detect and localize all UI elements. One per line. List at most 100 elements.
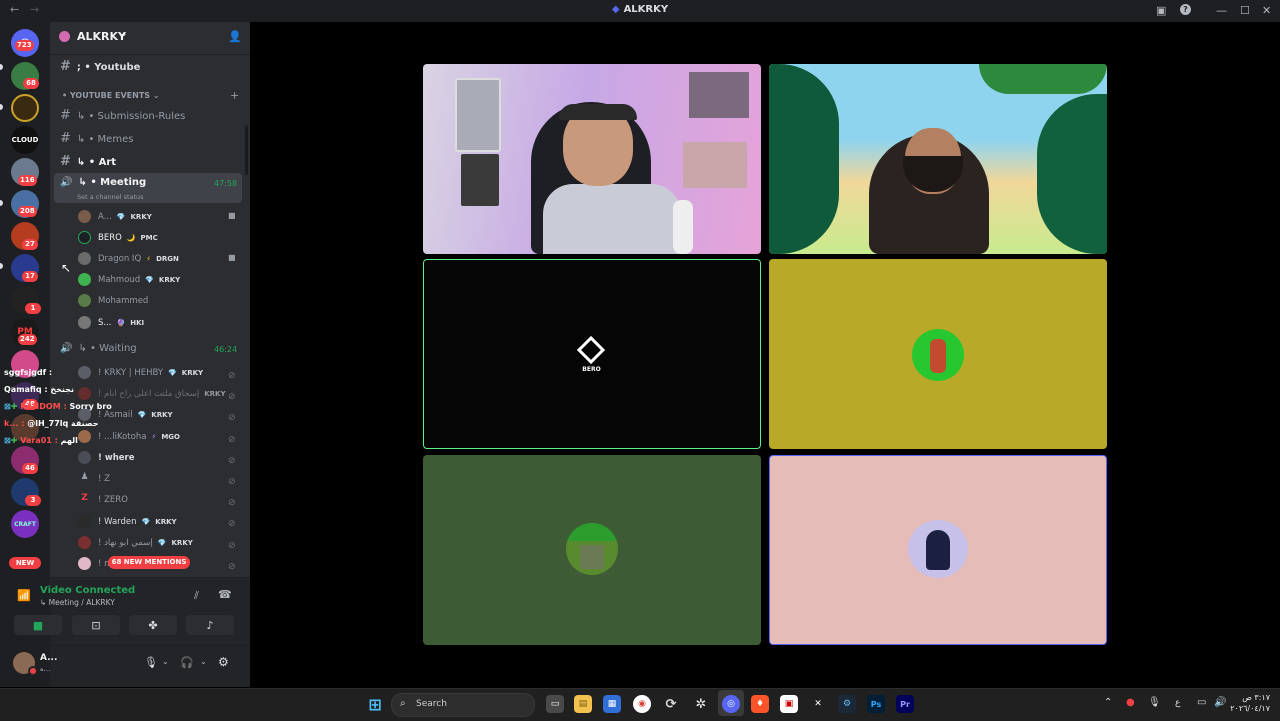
voice-member[interactable]: Dragon IQ ⚡ DRGN [78,252,179,265]
video-tile-streamer[interactable] [423,64,761,254]
tray-app-icon[interactable]: ● [1126,697,1135,708]
unread-badge: 208 [18,206,37,217]
overlay-chat-line: Qamafiq : نجنخخ [4,385,74,394]
server-icon[interactable] [11,94,39,122]
microphone-icon[interactable]: 🎙 [144,656,158,669]
network-icon[interactable]: ▭ [1197,697,1206,708]
voice-member[interactable]: ! إسحاق ملتت اعلى راح انام KRKY [78,387,226,400]
overlay-chat-line: ⊠✚ Vara01 : الهم [4,436,78,445]
server-name: ALKRKY [77,30,127,43]
task-view-icon[interactable]: ▭ [546,695,564,713]
voice-member[interactable]: Mahmoud 💎 KRKY [78,273,180,286]
unread-badge: 1 [25,303,41,314]
chrome-icon[interactable]: ◉ [633,695,651,713]
hash-icon: # [60,154,71,169]
maximize-icon[interactable]: ☐ [1240,4,1250,17]
minimize-icon[interactable]: — [1216,4,1227,17]
voice-member[interactable]: ! Warden 💎 KRKY [78,515,177,528]
server-icon[interactable]: CLOUD [11,126,39,154]
microphone-tray-icon[interactable]: 🎙 [1148,697,1161,708]
chevron-down-icon: ⌄ [120,29,128,39]
clock-time[interactable]: ٣:١٧ ص [1230,693,1270,702]
video-tile-bero[interactable]: BERO [423,259,761,449]
discord-icon[interactable]: ◎ [722,695,740,713]
category-youtube-events[interactable]: • YOUTUBE EVENTS ⌄ [62,91,160,100]
divider [50,645,250,646]
soundboard-button[interactable]: ♪ [186,615,234,635]
unread-badge: 27 [22,239,38,250]
mouse-cursor-icon: ↖ [61,261,72,275]
unread-badge: 17 [22,271,38,282]
jungle-leaves [769,64,839,254]
video-tile-avatar[interactable] [769,259,1107,449]
brave-icon[interactable]: ♦ [751,695,769,713]
voice-member[interactable]: S... 🔮 HKI [78,316,144,329]
sidebar-scrollbar[interactable] [245,125,248,175]
voice-member[interactable]: Z! ZERO [78,493,128,506]
close-icon[interactable]: ✕ [1262,4,1271,17]
settings-gear-icon[interactable]: ⚙ [218,655,229,669]
video-camera-icon: ■ [228,211,236,220]
channel-art[interactable]: # ↳ • Art [60,154,116,169]
new-unreads-pill[interactable]: NEW [9,557,41,569]
voice-member[interactable]: BERO 🌙 PMC [78,231,158,244]
bero-logo-icon [576,335,606,365]
disconnect-icon[interactable]: ☎ [218,588,232,601]
video-tile-streamer[interactable] [769,64,1107,254]
inbox-icon[interactable]: ▣ [1156,4,1166,17]
voice-member[interactable]: Mohammed [78,294,148,307]
voice-member[interactable]: ♟! Z [78,472,109,485]
shelf-decor [683,142,747,188]
voice-member[interactable]: ! KRKY | HEHBY 💎 KRKY [78,366,203,379]
avatar [908,520,968,578]
username: A... [40,653,58,663]
title-bar: ← → ◆ ALKRKY ▣ ? — ☐ ✕ [0,0,1280,22]
premiere-icon[interactable]: Pr [896,695,914,713]
voice-member[interactable]: ! where [78,451,134,464]
channel-youtube[interactable]: #; • Youtube [60,59,140,74]
taskbar-search[interactable]: ⌕ Search [391,693,535,717]
voice-location[interactable]: ↳ Meeting / ALKRKY [40,598,115,607]
hash-icon: # [60,131,71,146]
chevron-down-icon[interactable]: ⌄ [200,657,207,666]
photoshop-icon[interactable]: Ps [867,695,885,713]
headphones-icon[interactable]: 🎧 [180,656,194,669]
channel-memes[interactable]: # ↳ • Memes [60,131,133,146]
app-icon[interactable]: ⟳ [662,695,680,713]
video-tile-avatar-selected[interactable] [769,455,1107,645]
noise-suppression-icon[interactable]: ⫽ [194,589,199,603]
store-icon[interactable]: ▦ [603,695,621,713]
voice-channel-waiting[interactable]: 🔊 ↳ • Waiting [60,343,137,354]
video-tile-avatar[interactable] [423,455,761,645]
screen-share-icon: ⊡ [91,618,101,632]
app-icon[interactable]: ✲ [692,695,710,713]
activities-button[interactable]: ✤ [129,615,177,635]
language-indicator[interactable]: ع [1175,698,1180,708]
channel-status[interactable]: Set a channel status [77,193,144,201]
add-member-icon[interactable]: 👤 [228,30,242,43]
voice-member[interactable]: ! ...liKotoha ⚡ MGO [78,430,180,443]
screen-share-button[interactable]: ⊡ [72,615,120,635]
voice-member[interactable]: ! إسمي ابو نهاد 💎 KRKY [78,536,193,549]
chevron-down-icon[interactable]: ⌄ [162,657,169,666]
help-icon[interactable]: ? [1180,4,1191,15]
hash-icon: # [60,59,71,74]
unread-badge: 723 [15,40,34,51]
add-channel-icon[interactable]: + [230,89,239,102]
new-mentions-pill[interactable]: 68 NEW MENTIONS [108,556,190,569]
file-explorer-icon[interactable]: ▤ [574,695,592,713]
chevron-up-icon[interactable]: ⌃ [1104,697,1112,708]
server-icon[interactable]: CRAFT [11,510,39,538]
server-header[interactable]: ALKRKY ⌄ 👤 [50,22,250,55]
plaque-frame [461,154,499,206]
person-shirt [543,184,681,254]
channel-submission-rules[interactable]: # ↳ • Submission-Rules [60,108,185,123]
clock-date[interactable]: ٢٠٢٦/٠٤/١٧ [1224,704,1270,713]
windows-start-icon[interactable]: ⊞ [366,695,384,714]
camera-button[interactable]: ■ [14,615,62,635]
app-icon[interactable]: ▣ [780,695,798,713]
voice-member[interactable]: A... 💎 KRKY [78,210,152,223]
steam-icon[interactable]: ⚙ [838,695,856,713]
app-icon[interactable]: ✕ [809,695,827,713]
overlay-chat-line: ⊠✚ RANDOM : Sorry bro [4,402,112,411]
